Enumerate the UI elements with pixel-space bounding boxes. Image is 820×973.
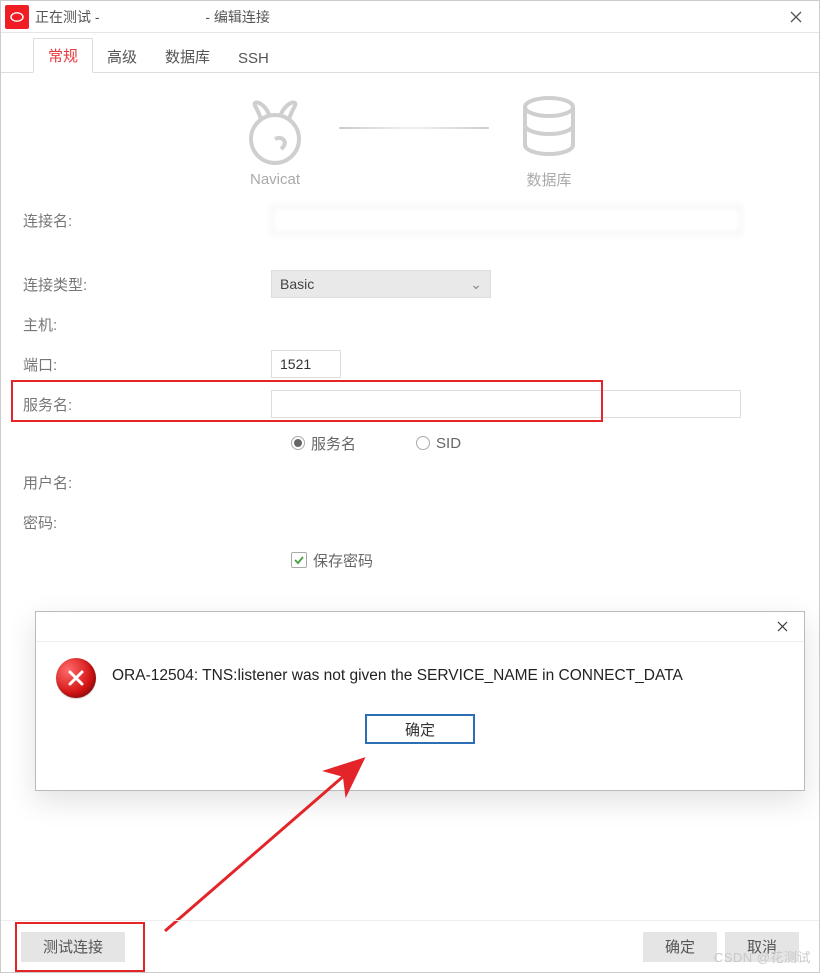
cancel-label: 取消 — [747, 939, 777, 956]
title-connection-name — [107, 6, 197, 22]
row-service-sid-radio: 服务名 SID — [21, 424, 799, 462]
content-area: Navicat 数据库 连接名: — [1, 73, 819, 578]
service-name-input[interactable] — [271, 390, 741, 418]
diagram-database: 数据库 — [513, 93, 585, 190]
connection-diagram: Navicat 数据库 — [21, 93, 799, 190]
row-service-name: 服务名: — [21, 384, 799, 424]
test-connection-button[interactable]: 测试连接 — [21, 932, 125, 962]
window-close-button[interactable] — [773, 1, 819, 33]
row-password: 密码: — [21, 502, 799, 542]
tab-advanced[interactable]: 高级 — [93, 40, 151, 73]
row-port: 端口: — [21, 344, 799, 384]
diagram-navicat: Navicat — [235, 95, 315, 188]
test-connection-label: 测试连接 — [43, 939, 103, 956]
msgbox-ok-label: 确定 — [405, 722, 435, 739]
row-connection-type: 连接类型: Basic ⌄ — [21, 264, 799, 304]
port-input[interactable] — [271, 350, 341, 378]
radio-service-label: 服务名 — [311, 433, 356, 454]
title-suffix: - 编辑连接 — [201, 9, 269, 25]
tab-database[interactable]: 数据库 — [151, 40, 224, 73]
tab-general[interactable]: 常规 — [33, 38, 93, 73]
tab-ssh[interactable]: SSH — [224, 44, 283, 73]
tab-bar: 常规 高级 数据库 SSH — [1, 39, 819, 73]
tab-label: 高级 — [107, 49, 137, 66]
diagram-left-caption: Navicat — [250, 171, 300, 188]
title-prefix: 正在测试 - — [35, 9, 103, 25]
connection-type-value: Basic — [280, 276, 314, 292]
tab-label: SSH — [238, 50, 269, 67]
close-icon — [776, 620, 789, 633]
window-title: 正在测试 - - 编辑连接 — [35, 6, 270, 27]
button-bar: 测试连接 确定 取消 — [1, 920, 819, 972]
password-input[interactable] — [271, 508, 471, 536]
msgbox-buttons: 确定 — [36, 714, 804, 760]
msgbox-close-button[interactable] — [760, 612, 804, 642]
service-name-label: 服务名: — [21, 394, 271, 415]
save-password-label: 保存密码 — [313, 550, 373, 571]
port-label: 端口: — [21, 354, 271, 375]
host-label: 主机: — [21, 314, 271, 335]
msgbox-text: ORA-12504: TNS:listener was not given th… — [112, 658, 683, 685]
radio-sid[interactable]: SID — [416, 435, 461, 452]
app-icon — [5, 5, 29, 29]
msgbox-titlebar — [36, 612, 804, 642]
msgbox-body: ORA-12504: TNS:listener was not given th… — [36, 642, 804, 714]
diagram-connector — [339, 127, 489, 129]
radio-sid-label: SID — [436, 435, 461, 452]
navicat-icon — [235, 95, 315, 165]
chevron-down-icon: ⌄ — [470, 276, 482, 293]
form: 连接名: 连接类型: Basic ⌄ 主机: 端口: — [21, 200, 799, 578]
radio-service-name[interactable]: 服务名 — [291, 433, 356, 454]
row-username: 用户名: — [21, 462, 799, 502]
test-connection-highlight: 测试连接 — [21, 932, 133, 962]
tab-label: 常规 — [48, 48, 78, 65]
connection-type-select[interactable]: Basic ⌄ — [271, 270, 491, 298]
connection-type-label: 连接类型: — [21, 274, 271, 295]
msgbox-ok-button[interactable]: 确定 — [365, 714, 475, 744]
save-password-checkbox[interactable] — [291, 552, 307, 568]
diagram-right-caption: 数据库 — [526, 169, 571, 190]
close-icon — [789, 10, 803, 24]
row-save-password: 保存密码 — [21, 542, 799, 578]
error-icon — [56, 658, 96, 698]
titlebar: 正在测试 - - 编辑连接 — [1, 1, 819, 33]
tab-label: 数据库 — [165, 49, 210, 66]
ok-button[interactable]: 确定 — [643, 932, 717, 962]
cancel-button[interactable]: 取消 — [725, 932, 799, 962]
check-icon — [293, 554, 305, 566]
username-input[interactable] — [271, 468, 471, 496]
radio-dot-icon — [291, 436, 305, 450]
ok-label: 确定 — [665, 939, 695, 956]
connection-name-label: 连接名: — [21, 210, 271, 231]
row-connection-name: 连接名: — [21, 200, 799, 240]
host-input[interactable] — [271, 310, 741, 338]
username-label: 用户名: — [21, 472, 271, 493]
database-icon — [513, 93, 585, 163]
dialog-window: 正在测试 - - 编辑连接 常规 高级 数据库 SSH Navica — [0, 0, 820, 973]
radio-dot-icon — [416, 436, 430, 450]
connection-name-input[interactable] — [271, 206, 741, 234]
password-label: 密码: — [21, 512, 271, 533]
row-host: 主机: — [21, 304, 799, 344]
error-message-box: ORA-12504: TNS:listener was not given th… — [35, 611, 805, 791]
